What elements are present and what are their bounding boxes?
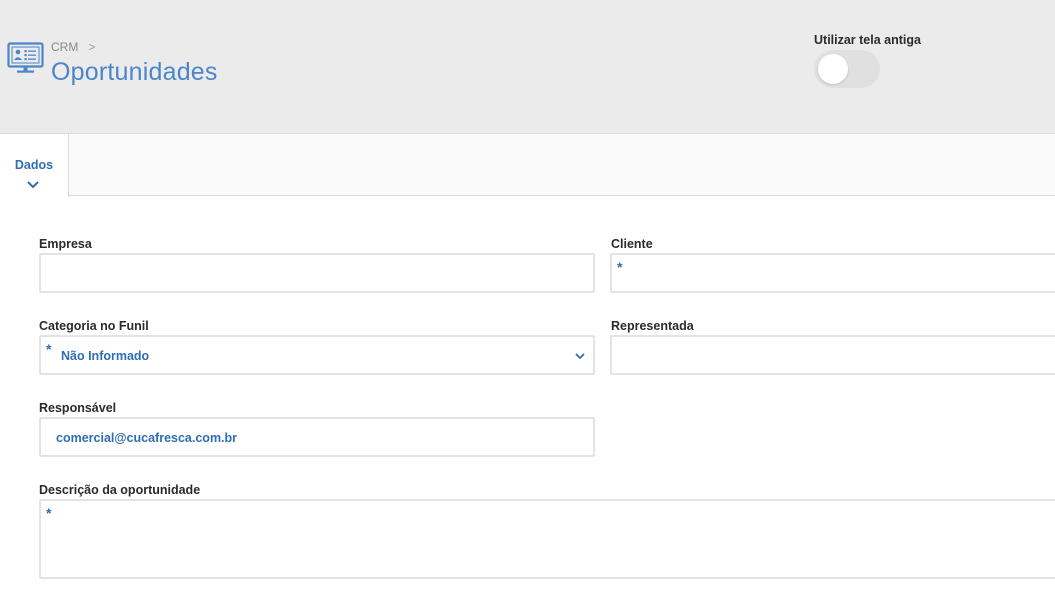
breadcrumb-item-crm[interactable]: CRM [51, 40, 78, 54]
toggle-knob [818, 54, 848, 84]
descricao-textarea[interactable]: * [39, 499, 1055, 579]
tab-dados-label: Dados [14, 158, 54, 172]
monitor-contact-card-icon [7, 42, 44, 73]
tab-dados[interactable]: Dados [0, 134, 69, 197]
chevron-right-icon: > [88, 40, 96, 54]
old-screen-toggle-label: Utilizar tela antiga [814, 33, 921, 47]
breadcrumb: CRM > [51, 40, 95, 54]
categoria-funil-value: Não Informado [61, 349, 150, 363]
required-mark: * [46, 341, 52, 357]
categoria-funil-label: Categoria no Funil [39, 319, 149, 333]
required-mark: * [617, 259, 623, 275]
page-header: CRM > Oportunidades Utilizar tela antiga [0, 0, 1055, 134]
responsavel-label: Responsável [39, 401, 117, 415]
empresa-field[interactable] [39, 253, 595, 293]
responsavel-field[interactable]: comercial@cucafresca.com.br [39, 417, 595, 457]
empresa-label: Empresa [39, 237, 92, 251]
responsavel-value: comercial@cucafresca.com.br [56, 431, 238, 445]
cliente-label: Cliente [611, 237, 653, 251]
page-title: Oportunidades [51, 58, 218, 86]
chevron-down-icon [575, 353, 585, 360]
categoria-funil-select[interactable]: * Não Informado [39, 335, 595, 375]
required-mark: * [46, 505, 52, 521]
tab-bar: Dados [0, 134, 1055, 197]
cliente-field[interactable]: * [610, 253, 1055, 293]
descricao-label: Descrição da oportunidade [39, 483, 201, 497]
representada-label: Representada [611, 319, 694, 333]
representada-field[interactable] [610, 335, 1055, 375]
old-screen-toggle[interactable] [814, 50, 880, 88]
chevron-down-icon [27, 181, 39, 189]
